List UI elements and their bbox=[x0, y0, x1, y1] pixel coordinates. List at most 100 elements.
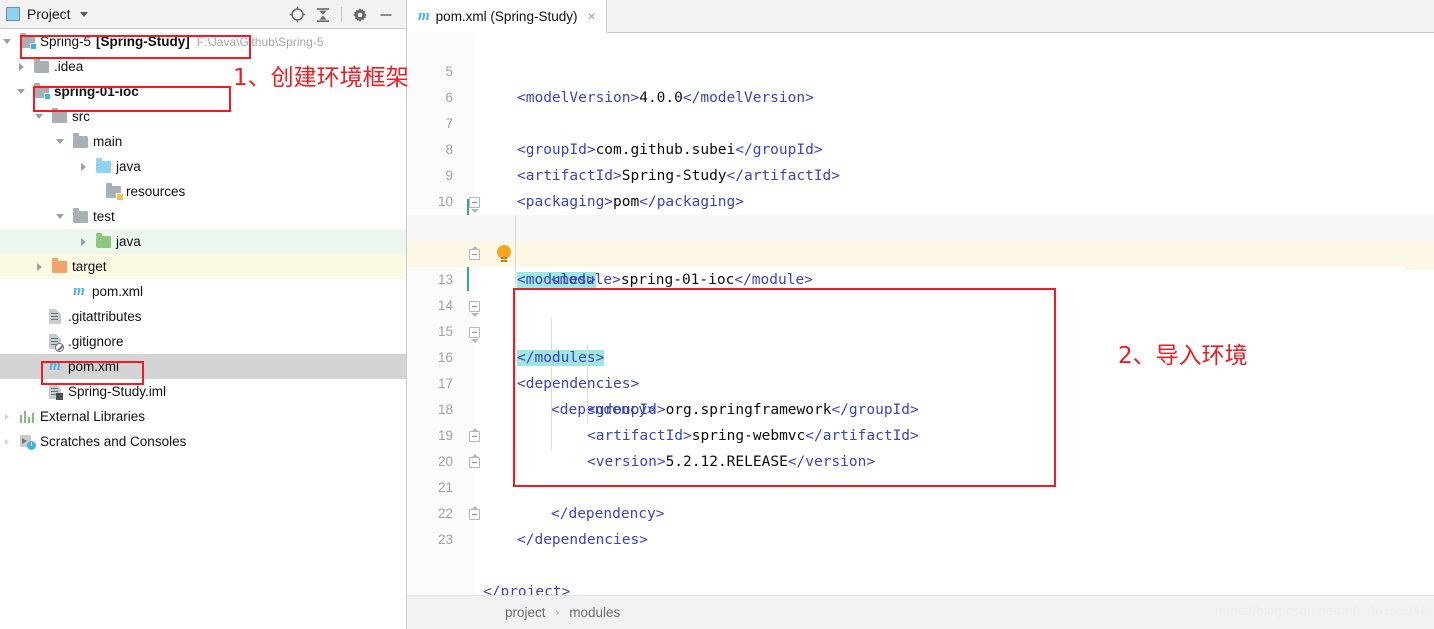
fold-marker-icon[interactable] bbox=[469, 249, 480, 260]
watermark: https://blog.csdn.net/m0_46153949 bbox=[1215, 603, 1428, 618]
annotation-text-2: 2、导入环境 bbox=[1118, 336, 1248, 370]
expand-arrow-spacer bbox=[54, 287, 64, 297]
tree-row-external-libraries[interactable]: External Libraries bbox=[0, 404, 406, 429]
tree-row-gitattributes[interactable]: .gitattributes bbox=[0, 304, 406, 329]
code-line: 11 <modules> bbox=[407, 189, 1434, 215]
fold-marker-icon[interactable] bbox=[469, 509, 480, 520]
tree-row-gitignore[interactable]: .gitignore bbox=[0, 329, 406, 354]
gitignore-file-icon bbox=[46, 334, 64, 350]
indent-guide bbox=[515, 215, 516, 285]
line-content: </project> bbox=[483, 579, 570, 595]
project-tool-title[interactable]: Project bbox=[27, 6, 71, 22]
tree-label: test bbox=[93, 210, 115, 224]
maven-m-icon: m bbox=[70, 284, 88, 300]
annotation-box-dependencies bbox=[513, 288, 1056, 487]
tree-row-test-java[interactable]: java bbox=[0, 229, 406, 254]
expand-arrow-icon[interactable] bbox=[2, 412, 12, 422]
folder-test-green-icon bbox=[94, 234, 112, 250]
code-line: 13 </modules> bbox=[407, 241, 1434, 267]
tree-row-module-pom[interactable]: m pom.xml bbox=[0, 279, 406, 304]
project-tree[interactable]: Spring-5 [Spring-Study] F:\Java\Github\S… bbox=[0, 29, 406, 629]
expand-arrow-icon[interactable] bbox=[78, 162, 88, 172]
tree-label: pom.xml bbox=[92, 285, 143, 299]
tree-label: External Libraries bbox=[40, 410, 145, 424]
toolbar-divider bbox=[341, 7, 342, 22]
lightbulb-icon[interactable] bbox=[497, 245, 511, 262]
minimize-icon[interactable] bbox=[373, 0, 399, 29]
text-file-icon bbox=[46, 309, 64, 325]
annotation-box-spring-01-ioc bbox=[33, 86, 231, 112]
tree-row-target[interactable]: target bbox=[0, 254, 406, 279]
tree-label: resources bbox=[126, 185, 185, 199]
editor-tabbar: m pom.xml (Spring-Study) × bbox=[407, 0, 1434, 33]
code-line: 9 <packaging>pom</packaging> bbox=[407, 137, 1434, 163]
expand-arrow-spacer bbox=[30, 337, 40, 347]
breadcrumb-item-project[interactable]: project bbox=[503, 605, 548, 620]
expand-arrow-icon[interactable] bbox=[16, 62, 26, 72]
project-tool-header: Project bbox=[0, 0, 406, 29]
collapse-all-icon[interactable] bbox=[310, 0, 336, 29]
tree-label: .idea bbox=[54, 60, 83, 74]
expand-arrow-icon[interactable] bbox=[2, 37, 12, 47]
expand-arrow-spacer bbox=[30, 362, 40, 372]
tree-label: java bbox=[116, 160, 141, 174]
locate-icon[interactable] bbox=[284, 0, 310, 29]
chevron-down-icon[interactable] bbox=[80, 12, 88, 17]
code-line: 6 bbox=[407, 59, 1434, 85]
folder-gray-icon bbox=[32, 59, 50, 75]
tree-label: Spring-Study.iml bbox=[68, 385, 166, 399]
tree-label: main bbox=[93, 135, 122, 149]
tab-pom-xml[interactable]: m pom.xml (Spring-Study) × bbox=[407, 0, 607, 33]
folder-gray-icon bbox=[71, 134, 89, 150]
breadcrumb-separator: › bbox=[556, 607, 560, 619]
project-window-icon bbox=[6, 7, 20, 21]
iml-file-icon bbox=[46, 384, 64, 400]
folder-excluded-orange-icon bbox=[50, 259, 68, 275]
line-number: 23 bbox=[407, 527, 453, 553]
expand-arrow-spacer bbox=[30, 387, 40, 397]
tool-header-icons bbox=[284, 0, 399, 29]
annotation-box-project-root bbox=[20, 35, 251, 59]
expand-arrow-icon[interactable] bbox=[34, 262, 44, 272]
tree-row-main[interactable]: main bbox=[0, 129, 406, 154]
expand-arrow-icon[interactable] bbox=[2, 437, 12, 447]
close-icon[interactable]: × bbox=[587, 9, 595, 23]
annotation-text-1: 1、创建环境框架 bbox=[233, 58, 409, 92]
fold-marker-icon[interactable] bbox=[469, 327, 480, 338]
maven-m-icon: m bbox=[418, 9, 430, 24]
expand-arrow-icon[interactable] bbox=[55, 137, 65, 147]
expand-arrow-spacer bbox=[88, 187, 98, 197]
breadcrumb-item-modules[interactable]: modules bbox=[567, 605, 622, 620]
scratches-icon bbox=[18, 434, 36, 450]
tree-label: java bbox=[116, 235, 141, 249]
tree-row-main-java[interactable]: java bbox=[0, 154, 406, 179]
tree-row-scratches[interactable]: Scratches and Consoles bbox=[0, 429, 406, 454]
tree-row-resources[interactable]: resources bbox=[0, 179, 406, 204]
tab-label: pom.xml (Spring-Study) bbox=[436, 9, 578, 24]
tree-label: .gitattributes bbox=[68, 310, 142, 324]
tree-row-test[interactable]: test bbox=[0, 204, 406, 229]
expand-arrow-icon[interactable] bbox=[34, 112, 44, 122]
fold-marker-icon[interactable] bbox=[469, 431, 480, 442]
fold-marker-icon[interactable] bbox=[469, 301, 480, 312]
libraries-icon bbox=[18, 409, 36, 425]
code-line: 5 <modelVersion>4.0.0</modelVersion> bbox=[407, 33, 1434, 59]
folder-source-blue-icon bbox=[94, 159, 112, 175]
annotation-box-root-pom bbox=[41, 361, 144, 385]
fold-marker-icon[interactable] bbox=[469, 457, 480, 468]
settings-gear-icon[interactable] bbox=[347, 0, 373, 29]
code-line: 12 <module>spring-01-ioc</module> bbox=[407, 215, 1434, 241]
folder-resources-icon bbox=[104, 184, 122, 200]
expand-arrow-icon[interactable] bbox=[78, 237, 88, 247]
code-line: 7 <groupId>com.github.subei</groupId> bbox=[407, 85, 1434, 111]
line-highlight-band bbox=[1405, 244, 1434, 270]
tree-label: Scratches and Consoles bbox=[40, 435, 186, 449]
fold-marker-icon[interactable] bbox=[469, 197, 480, 208]
expand-arrow-icon[interactable] bbox=[16, 87, 26, 97]
code-line: 23 </project> bbox=[407, 501, 1434, 527]
line-content: </dependencies> bbox=[517, 527, 648, 553]
ide-window: Project bbox=[0, 0, 1434, 629]
expand-arrow-spacer bbox=[30, 312, 40, 322]
expand-arrow-icon[interactable] bbox=[55, 212, 65, 222]
code-line: 10 <version>1.0-SNAPSHOT</version> bbox=[407, 163, 1434, 189]
